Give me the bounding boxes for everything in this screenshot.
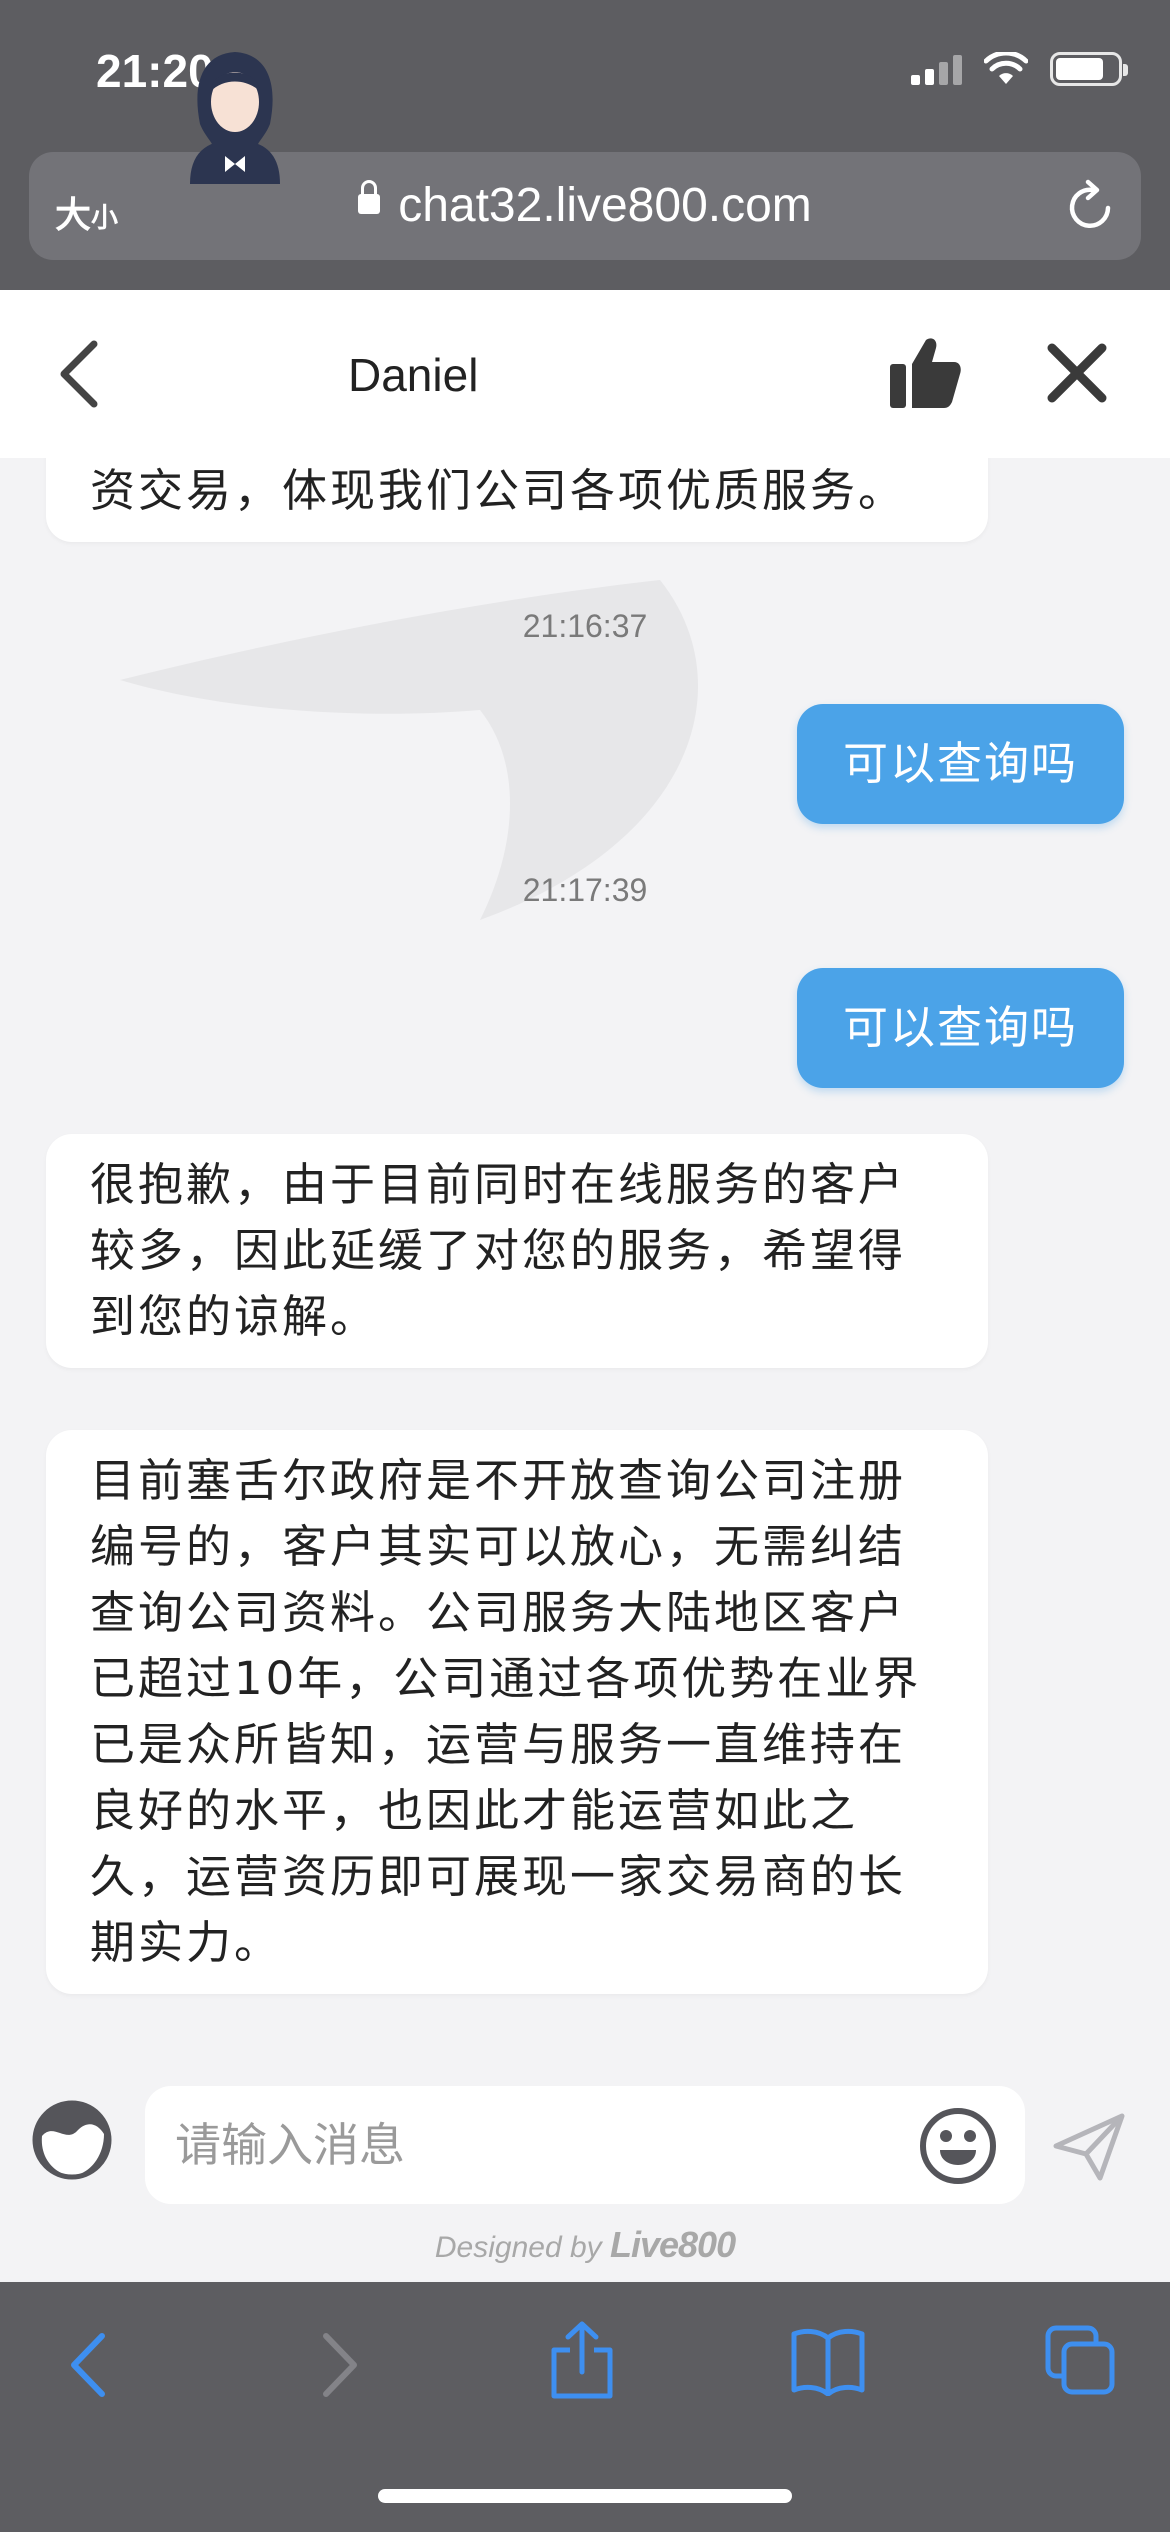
agent-message-bubble: 很抱歉，由于目前同时在线服务的客户较多，因此延缓了对您的服务，希望得到您的谅解。 [46, 1134, 988, 1368]
user-message-bubble: 可以查询吗 [796, 968, 1124, 1088]
message-timestamp: 21:16:37 [522, 608, 648, 644]
agent-message-bubble: 目前塞舌尔政府是不开放查询公司注册编号的，客户其实可以放心，无需纠结查询公司资料… [46, 1430, 988, 1994]
tabs-icon[interactable] [1044, 2324, 1116, 2396]
reload-icon[interactable] [1063, 178, 1117, 234]
emoji-icon[interactable] [918, 2106, 998, 2186]
status-icons [911, 52, 1128, 86]
live800-logo: Live800 [610, 2224, 736, 2265]
user-message-bubble: 可以查询吗 [796, 704, 1124, 824]
browser-forward-icon[interactable] [318, 2330, 362, 2400]
battery-icon [1050, 52, 1128, 86]
message-timestamp: 21:17:39 [522, 872, 648, 908]
url-display[interactable]: chat32.live800.com [29, 178, 1141, 233]
share-icon[interactable] [548, 2320, 616, 2400]
wifi-icon [984, 52, 1028, 84]
chat-header: Daniel [0, 290, 1170, 458]
lock-icon [358, 180, 381, 215]
agent-name: Daniel [348, 349, 479, 401]
agent-message-bubble: 资交易，体现我们公司各项优质服务。 [46, 458, 988, 542]
close-icon[interactable] [1046, 342, 1108, 404]
designed-by-text: Designed by [434, 2231, 602, 2264]
message-input-row: Designed by Live800 [0, 2048, 1170, 2282]
browser-back-icon[interactable] [66, 2330, 110, 2400]
chat-message-list[interactable]: 资交易，体现我们公司各项优质服务。 21:16:37 可以查询吗 21:17:3… [0, 458, 1170, 2048]
home-indicator[interactable] [378, 2489, 792, 2503]
agent-avatar [190, 52, 280, 184]
url-text: chat32.live800.com [398, 179, 812, 232]
book-icon[interactable] [790, 2326, 866, 2396]
page: 21:20 大小 chat32.live800.com Daniel 资交易，体… [0, 0, 1170, 2532]
cellular-signal-icon [911, 53, 962, 85]
theme-icon[interactable] [32, 2100, 112, 2180]
back-chevron-icon[interactable] [56, 338, 100, 410]
message-input[interactable] [145, 2086, 1025, 2204]
designed-by-footer: Designed by Live800 [0, 2224, 1170, 2266]
send-icon[interactable] [1052, 2112, 1126, 2182]
thumbs-up-icon[interactable] [888, 334, 962, 410]
